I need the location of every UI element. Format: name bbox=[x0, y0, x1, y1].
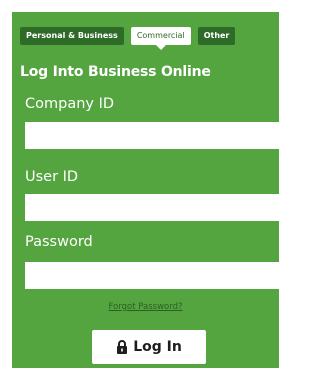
tab-commercial[interactable]: Commercial bbox=[130, 27, 191, 50]
tab-other[interactable]: Other bbox=[197, 27, 236, 45]
password-label: Password bbox=[25, 234, 93, 250]
user-id-label: User ID bbox=[25, 169, 79, 185]
forgot-password-link[interactable]: Forgot Password? bbox=[12, 302, 279, 312]
login-panel: Personal & Business Commercial Other Log… bbox=[12, 12, 279, 368]
lock-icon bbox=[116, 340, 128, 354]
password-field[interactable] bbox=[25, 262, 279, 289]
login-button-label: Log In bbox=[133, 339, 182, 355]
user-id-field[interactable] bbox=[25, 194, 279, 221]
page-title: Log Into Business Online bbox=[20, 64, 211, 80]
tab-personal-business[interactable]: Personal & Business bbox=[20, 27, 124, 45]
company-id-field[interactable] bbox=[25, 122, 279, 149]
company-id-label: Company ID bbox=[25, 96, 115, 112]
tab-bar: Personal & Business Commercial Other bbox=[20, 27, 236, 50]
login-button[interactable]: Log In bbox=[92, 330, 206, 364]
